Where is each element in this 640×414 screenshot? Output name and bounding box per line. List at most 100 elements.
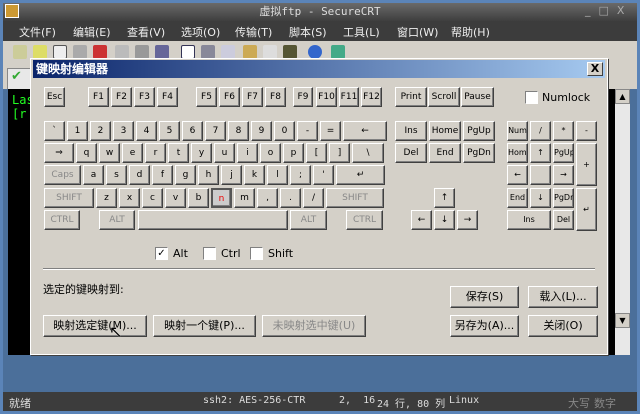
key-m[interactable]: m (234, 188, 255, 208)
numpad-key-home[interactable]: Home (507, 143, 528, 163)
dialog-close-button[interactable]: X (587, 62, 603, 76)
key-sym[interactable]: ` (44, 121, 65, 141)
load-button[interactable]: 载入(L)... (528, 286, 598, 308)
key-sym[interactable]: ; (290, 165, 311, 185)
key-ctrl[interactable]: CTRL (44, 210, 80, 230)
help-icon[interactable] (308, 45, 322, 59)
menu-edit[interactable]: 编辑(E) (73, 24, 111, 40)
key-sym[interactable]: ' (313, 165, 334, 185)
key-sym[interactable]: → (457, 210, 478, 230)
key-del[interactable]: Del (395, 143, 427, 163)
key-2[interactable]: 2 (90, 121, 111, 141)
key-c[interactable]: c (142, 188, 163, 208)
key-ins[interactable]: Ins (395, 121, 427, 141)
menu-options[interactable]: 选项(O) (181, 24, 220, 40)
key-home[interactable]: Home (429, 121, 461, 141)
sftp-icon[interactable] (243, 45, 257, 59)
key-k[interactable]: k (244, 165, 265, 185)
key-e[interactable]: e (122, 143, 143, 163)
key-sym[interactable]: = (320, 121, 341, 141)
folder-icon[interactable] (53, 45, 67, 59)
menu-script[interactable]: 脚本(S) (289, 24, 327, 40)
key-x[interactable]: x (119, 188, 140, 208)
menu-view[interactable]: 查看(V) (127, 24, 165, 40)
key-caps[interactable]: Caps (44, 165, 81, 185)
numpad-key-pgdn[interactable]: PgDn (553, 188, 574, 208)
key-f2[interactable]: F2 (111, 87, 132, 107)
key-f8[interactable]: F8 (265, 87, 286, 107)
key-9[interactable]: 9 (251, 121, 272, 141)
key-6[interactable]: 6 (182, 121, 203, 141)
key-v[interactable]: v (165, 188, 186, 208)
key-i[interactable]: i (237, 143, 258, 163)
numpad-key-sym[interactable]: + (576, 143, 597, 186)
menu-file[interactable]: 文件(F) (19, 24, 56, 40)
key-sym[interactable]: ⇒ (44, 143, 74, 163)
numpad-key-sym[interactable] (530, 165, 551, 185)
menu-transfer[interactable]: 传输(T) (235, 24, 272, 40)
key-y[interactable]: y (191, 143, 212, 163)
ctrl-checkbox[interactable] (203, 247, 216, 260)
key-f10[interactable]: F10 (316, 87, 337, 107)
save-as-button[interactable]: 另存为(A)... (450, 315, 519, 337)
key-d[interactable]: d (129, 165, 150, 185)
key-f4[interactable]: F4 (157, 87, 178, 107)
key-sym[interactable]: ↓ (434, 210, 455, 230)
menu-help[interactable]: 帮助(H) (451, 24, 490, 40)
disconnect-icon[interactable] (93, 45, 107, 59)
numpad-key-sym[interactable]: ↑ (530, 143, 551, 163)
key-end[interactable]: End (429, 143, 461, 163)
key-sym[interactable]: ] (329, 143, 350, 163)
key-f5[interactable]: F5 (196, 87, 217, 107)
key-pgup[interactable]: PgUp (463, 121, 495, 141)
tile-icon[interactable] (331, 45, 345, 59)
key-sym[interactable]: . (280, 188, 301, 208)
key-space[interactable] (138, 210, 288, 230)
find-icon[interactable] (155, 45, 169, 59)
close-button[interactable]: 关闭(O) (528, 315, 598, 337)
alt-checkbox[interactable]: ✓ (155, 247, 168, 260)
key-n[interactable]: n (211, 188, 232, 208)
paste-icon[interactable] (135, 45, 149, 59)
key-3[interactable]: 3 (113, 121, 134, 141)
key-pgdn[interactable]: PgDn (463, 143, 495, 163)
key-8[interactable]: 8 (228, 121, 249, 141)
key-ctrl[interactable]: CTRL (346, 210, 383, 230)
key-sym[interactable]: \ (352, 143, 384, 163)
keymap-icon[interactable] (263, 45, 277, 59)
key-1[interactable]: 1 (67, 121, 88, 141)
key-f1[interactable]: F1 (88, 87, 109, 107)
key-sym[interactable]: ↵ (336, 165, 385, 185)
reconnect-icon[interactable] (73, 45, 87, 59)
key-agent-icon[interactable] (283, 45, 297, 59)
key-f3[interactable]: F3 (134, 87, 155, 107)
numpad-key-sym[interactable]: ← (507, 165, 528, 185)
key-alt[interactable]: ALT (290, 210, 327, 230)
unmap-selected-key-button[interactable]: 未映射选中键(U) (262, 315, 366, 337)
key-sym[interactable]: [ (306, 143, 327, 163)
key-a[interactable]: a (83, 165, 104, 185)
menu-tools[interactable]: 工具(L) (343, 24, 380, 40)
save-button[interactable]: 保存(S) (450, 286, 519, 308)
scroll-up-icon[interactable]: ▲ (615, 89, 630, 104)
key-5[interactable]: 5 (159, 121, 180, 141)
key-o[interactable]: o (260, 143, 281, 163)
key-f9[interactable]: F9 (293, 87, 313, 107)
key-sym[interactable]: ↑ (434, 188, 455, 208)
shift-checkbox[interactable] (250, 247, 263, 260)
key-p[interactable]: p (283, 143, 304, 163)
key-sym[interactable]: - (297, 121, 318, 141)
key-w[interactable]: w (99, 143, 120, 163)
map-selected-key-button[interactable]: 映射选定键(M)... (43, 315, 147, 337)
key-0[interactable]: 0 (274, 121, 295, 141)
numlock-checkbox[interactable] (525, 91, 538, 104)
key-pause[interactable]: Pause (461, 87, 494, 107)
key-7[interactable]: 7 (205, 121, 226, 141)
key-g[interactable]: g (175, 165, 196, 185)
key-r[interactable]: r (145, 143, 166, 163)
key-f11[interactable]: F11 (339, 87, 359, 107)
key-sym[interactable]: ← (343, 121, 387, 141)
key-f7[interactable]: F7 (242, 87, 263, 107)
key-u[interactable]: u (214, 143, 235, 163)
print-icon[interactable] (221, 45, 235, 59)
